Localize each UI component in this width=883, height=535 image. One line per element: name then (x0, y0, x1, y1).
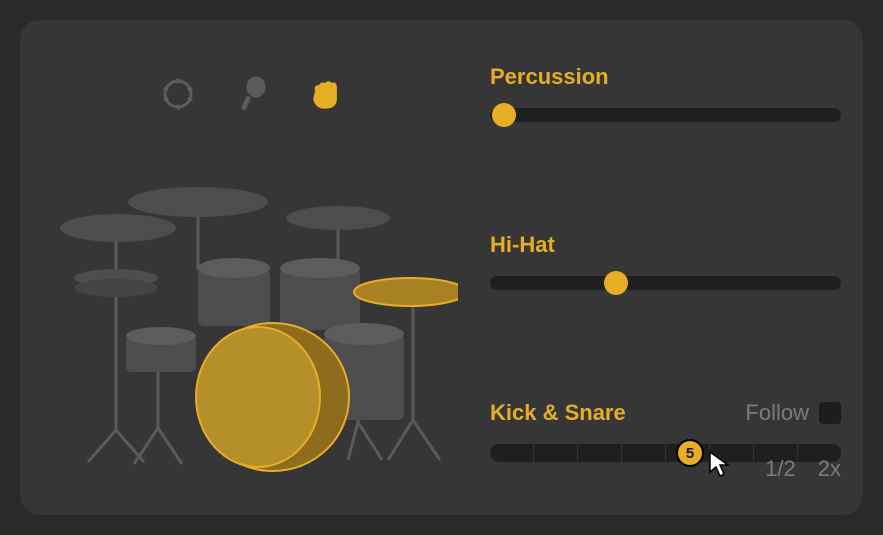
drummer-editor-panel: Percussion Hi-Hat Kick & Snare Follow (20, 20, 863, 515)
percussion-slider-handle[interactable] (492, 103, 516, 127)
hihat-control: Hi-Hat (490, 232, 841, 290)
drum-kit[interactable] (48, 160, 458, 490)
tempo-double-button[interactable]: 2x (818, 456, 841, 482)
maraca-icon[interactable] (234, 76, 270, 112)
percussion-control: Percussion (490, 64, 841, 122)
hihat-slider[interactable] (490, 276, 841, 290)
clap-icon[interactable] (308, 76, 344, 112)
kick-snare-control: Kick & Snare Follow 5 1/2 2x (490, 400, 841, 462)
tempo-half-button[interactable]: 1/2 (765, 456, 796, 482)
ride-cymbal[interactable] (354, 278, 458, 306)
pattern-controls: Percussion Hi-Hat Kick & Snare Follow (490, 64, 841, 462)
tempo-buttons: 1/2 2x (765, 456, 841, 482)
follow-checkbox[interactable] (819, 402, 841, 424)
percussion-label: Percussion (490, 64, 841, 90)
tambourine-icon[interactable] (160, 76, 196, 112)
percussion-slider[interactable] (490, 108, 841, 122)
follow-label: Follow (745, 400, 809, 426)
hihat-slider-handle[interactable] (604, 271, 628, 295)
kick-drum[interactable] (196, 323, 349, 471)
kick-snare-slider-handle[interactable]: 5 (676, 439, 704, 467)
follow-toggle[interactable]: Follow (745, 400, 841, 426)
percussion-icon-row (160, 76, 344, 112)
hihat-label: Hi-Hat (490, 232, 841, 258)
kick-snare-value: 5 (686, 445, 694, 462)
